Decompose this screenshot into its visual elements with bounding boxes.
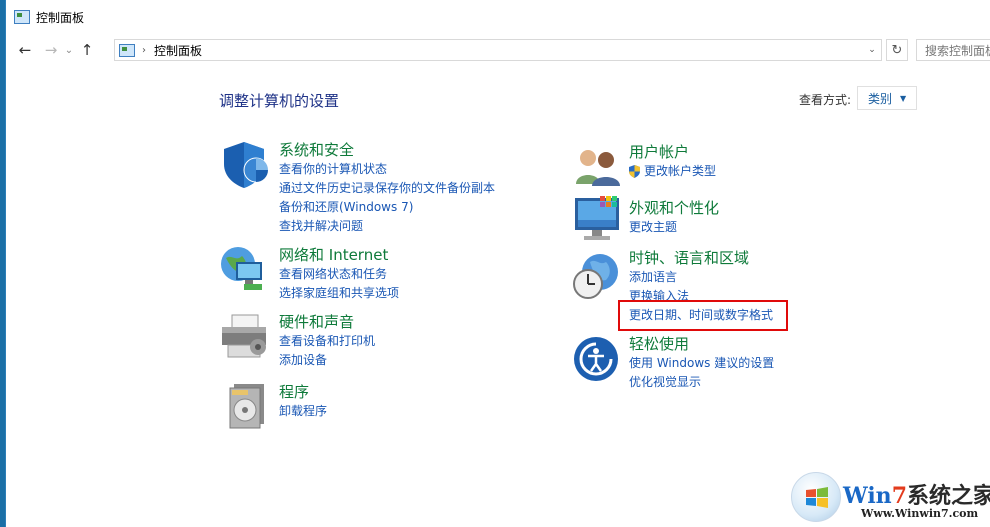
link-homegroup-sharing[interactable]: 选择家庭组和共享选项: [279, 284, 399, 303]
link-change-theme[interactable]: 更改主题: [629, 218, 719, 237]
windows-logo-icon: [791, 472, 841, 522]
link-add-language[interactable]: 添加语言: [629, 268, 773, 287]
link-change-account-type-label: 更改帐户类型: [644, 164, 717, 178]
breadcrumb-separator[interactable]: ›: [142, 45, 146, 56]
up-button[interactable]: ↑: [76, 39, 98, 61]
link-recommended-settings[interactable]: 使用 Windows 建议的设置: [629, 354, 774, 373]
appearance-monitor-icon[interactable]: [572, 194, 624, 244]
link-backup-restore[interactable]: 备份和还原(Windows 7): [279, 198, 495, 217]
category-system-security: 系统和安全 查看你的计算机状态 通过文件历史记录保存你的文件备份副本 备份和还原…: [279, 140, 495, 236]
control-panel-icon: [14, 10, 30, 24]
search-input[interactable]: 搜索控制面板: [916, 39, 990, 61]
link-network-status[interactable]: 查看网络状态和任务: [279, 265, 399, 284]
link-optimize-visual-display[interactable]: 优化视觉显示: [629, 373, 774, 392]
watermark-brand-7: 7: [891, 483, 907, 509]
page-title: 调整计算机的设置: [219, 92, 340, 110]
watermark-brand: Win7系统之家: [843, 478, 990, 510]
recent-locations-button[interactable]: ⌄: [62, 39, 76, 61]
printer-icon[interactable]: [218, 311, 272, 363]
network-globe-icon[interactable]: [218, 244, 272, 294]
highlight-box: [618, 300, 788, 331]
link-troubleshoot[interactable]: 查找并解决问题: [279, 217, 495, 236]
watermark-brand-win: Win: [843, 483, 892, 509]
category-network: 网络和 Internet 查看网络状态和任务 选择家庭组和共享选项: [279, 245, 399, 303]
user-accounts-icon[interactable]: [572, 146, 624, 188]
uac-shield-icon: [629, 165, 640, 178]
watermark-brand-cn: 系统之家: [907, 483, 990, 509]
ease-of-access-icon[interactable]: [572, 334, 622, 384]
link-file-history-backup[interactable]: 通过文件历史记录保存你的文件备份副本: [279, 179, 495, 198]
address-bar[interactable]: › 控制面板 ⌄: [114, 39, 882, 61]
link-devices-printers[interactable]: 查看设备和打印机: [279, 332, 375, 351]
category-ease-of-access: 轻松使用 使用 Windows 建议的设置 优化视觉显示: [629, 334, 774, 392]
forward-button[interactable]: →: [40, 39, 62, 61]
shield-icon[interactable]: [220, 140, 272, 190]
link-change-account-type[interactable]: 更改帐户类型: [629, 162, 716, 181]
link-uninstall-program[interactable]: 卸载程序: [279, 402, 327, 421]
breadcrumb-control-panel[interactable]: 控制面板: [154, 42, 202, 59]
category-hardware-sound: 硬件和声音 查看设备和打印机 添加设备: [279, 312, 375, 370]
search-placeholder: 搜索控制面板: [925, 43, 990, 58]
watermark-url: Www.Winwin7.com: [861, 507, 979, 520]
category-programs: 程序 卸载程序: [279, 382, 327, 421]
title-bar: 控制面板: [6, 0, 990, 34]
category-title-system-security[interactable]: 系统和安全: [279, 140, 495, 160]
category-appearance: 外观和个性化 更改主题: [629, 198, 719, 237]
address-dropdown-button[interactable]: ⌄: [863, 40, 881, 60]
window-title: 控制面板: [36, 10, 85, 25]
category-title-ease-of-access[interactable]: 轻松使用: [629, 334, 774, 354]
category-title-programs[interactable]: 程序: [279, 382, 327, 402]
clock-globe-icon[interactable]: [570, 252, 624, 300]
view-by-dropdown[interactable]: 类别 ▼: [857, 86, 917, 110]
programs-icon[interactable]: [222, 378, 272, 430]
refresh-icon: ↻: [891, 42, 903, 58]
link-add-device[interactable]: 添加设备: [279, 351, 375, 370]
category-title-network[interactable]: 网络和 Internet: [279, 245, 399, 265]
category-title-hardware-sound[interactable]: 硬件和声音: [279, 312, 375, 332]
view-by-value: 类别: [868, 91, 893, 106]
category-user-accounts: 用户帐户 更改帐户类型: [629, 142, 716, 181]
windows-flag-icon: [806, 487, 828, 508]
watermark: Win7系统之家 Www.Winwin7.com: [791, 470, 990, 527]
back-button[interactable]: ←: [14, 39, 36, 61]
link-view-computer-status[interactable]: 查看你的计算机状态: [279, 160, 495, 179]
refresh-button[interactable]: ↻: [886, 39, 908, 61]
view-by-label: 查看方式:: [799, 93, 852, 107]
category-title-user-accounts[interactable]: 用户帐户: [629, 142, 716, 162]
navigation-bar: ← → ⌄ ↑ › 控制面板 ⌄ ↻ 搜索控制面板: [6, 34, 990, 66]
control-panel-window: 控制面板 ← → ⌄ ↑ › 控制面板 ⌄ ↻ 搜索控制面板 调整计算机的设置 …: [5, 0, 990, 527]
control-panel-icon: [119, 43, 135, 57]
dropdown-arrow-icon: ▼: [900, 93, 907, 103]
category-title-clock-region[interactable]: 时钟、语言和区域: [629, 248, 773, 268]
category-title-appearance[interactable]: 外观和个性化: [629, 198, 719, 218]
